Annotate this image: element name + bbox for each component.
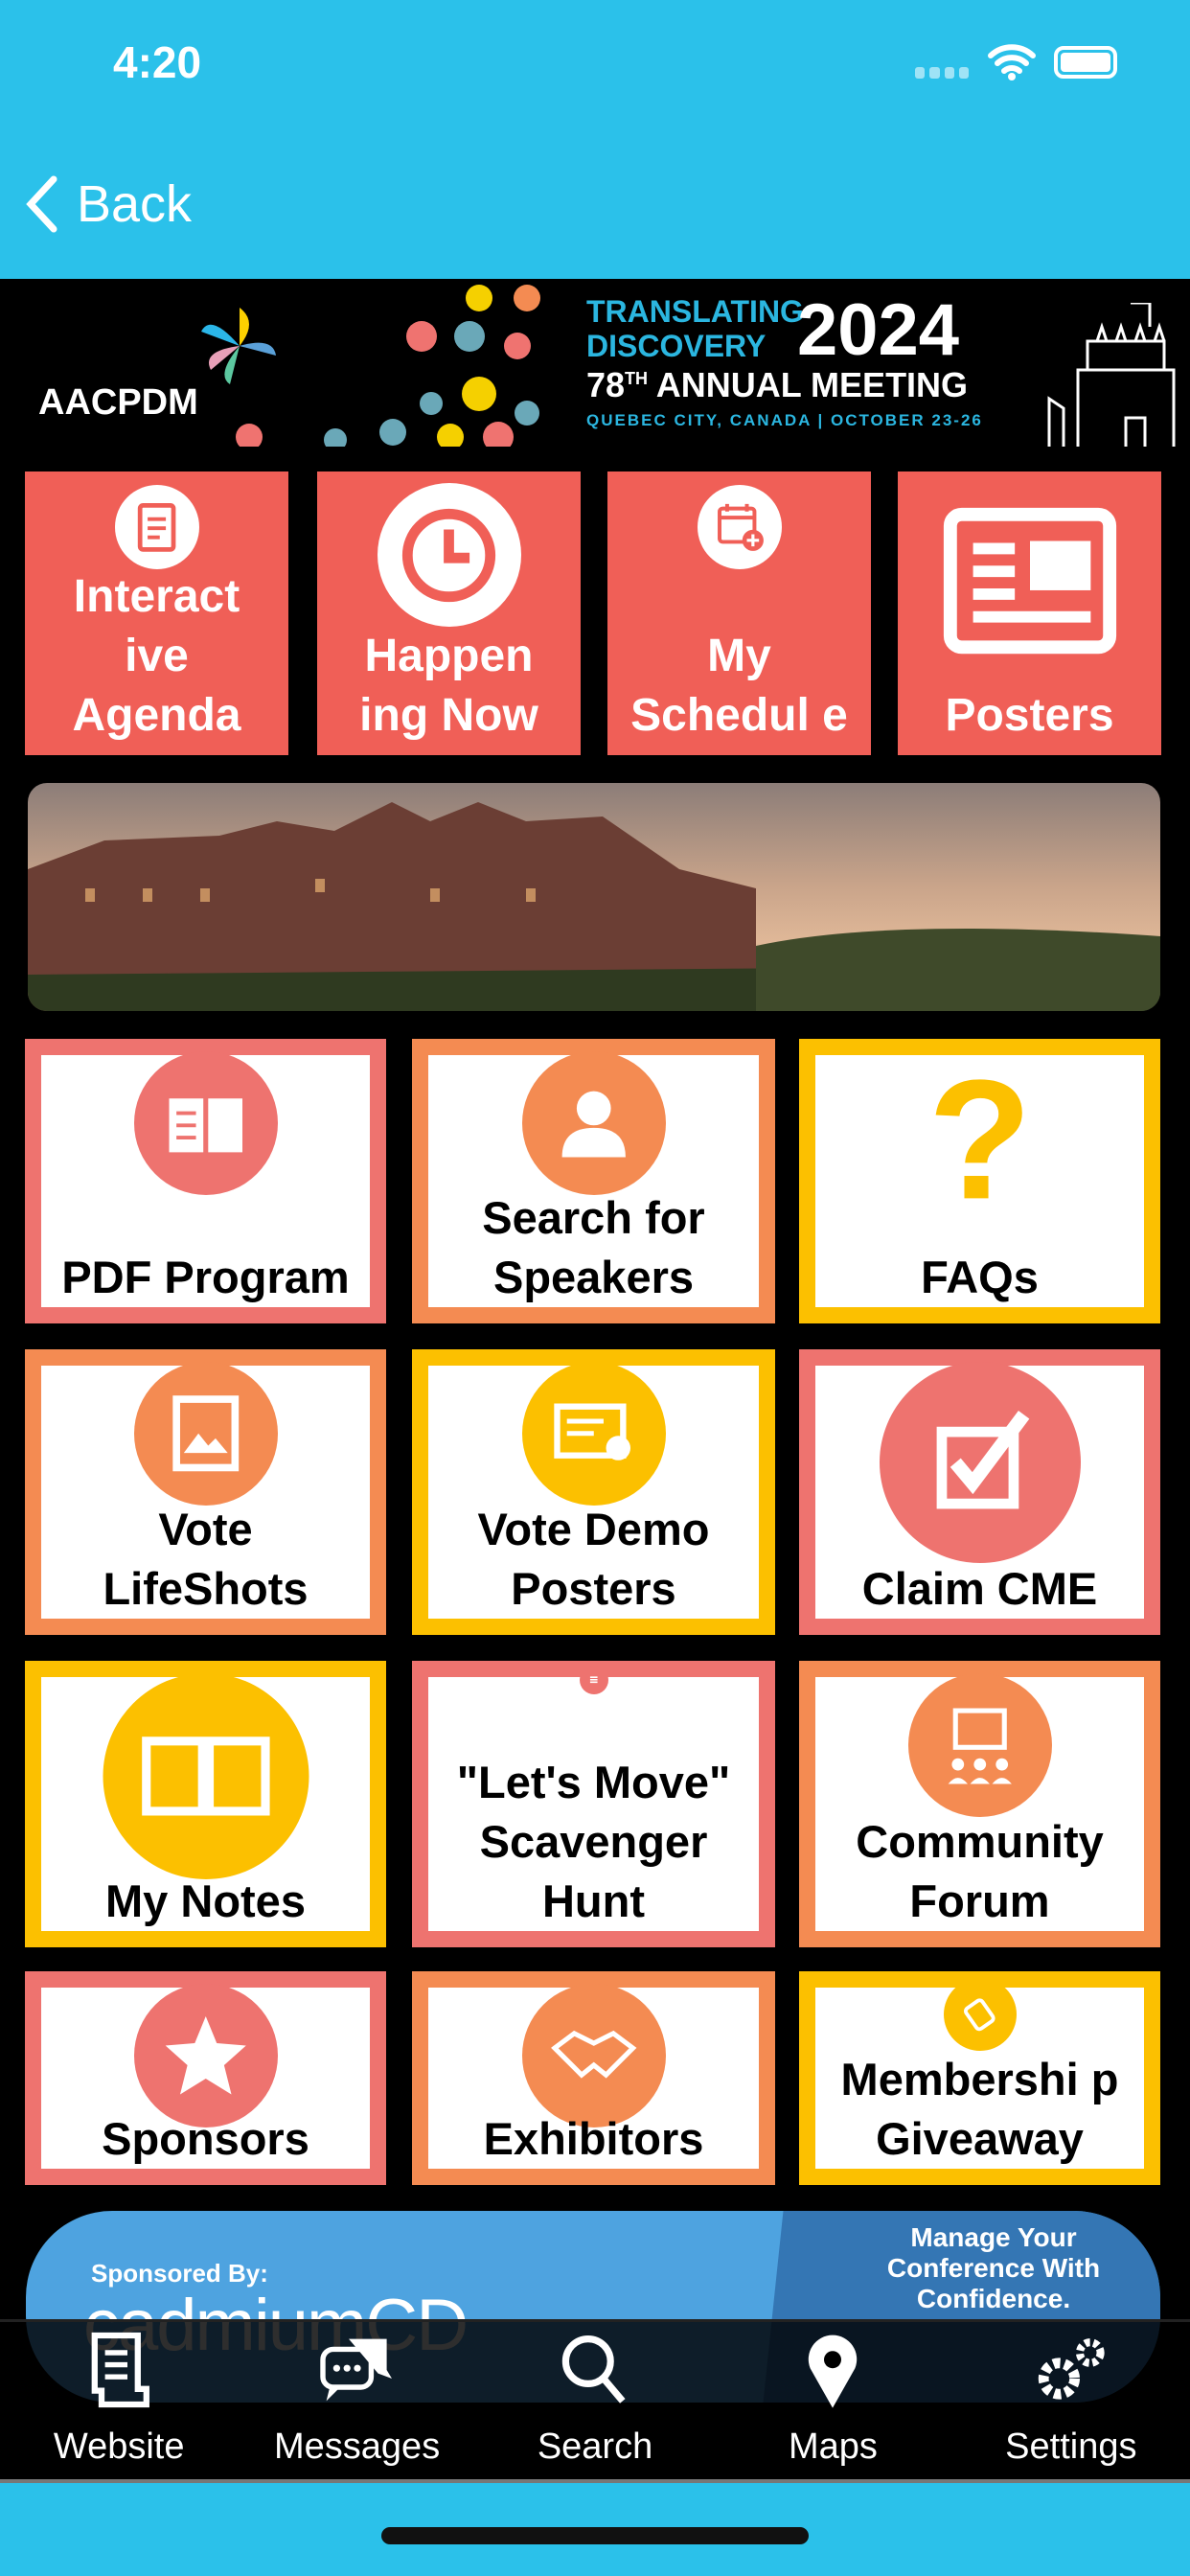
- grid-tile-label: Claim CME: [861, 1563, 1098, 1614]
- book-icon: [133, 1051, 278, 1195]
- meeting-number: 78: [586, 365, 626, 404]
- grid-tile-label: Community Forum: [856, 1816, 1104, 1926]
- sponsor-tagline-2: Conference With: [886, 2253, 1101, 2283]
- sponsor-tagline-3: Confidence.: [916, 2284, 1071, 2313]
- tab-label: Search: [537, 2426, 653, 2467]
- back-label: Back: [77, 175, 193, 233]
- battery-icon: [1054, 46, 1117, 79]
- banner-line2: DISCOVERY: [586, 329, 767, 363]
- tab-label: Messages: [274, 2426, 441, 2467]
- presentation-icon: [907, 1673, 1052, 1817]
- banner-location: QUEBEC CITY, CANADA: [586, 411, 812, 429]
- tab-label: Maps: [788, 2426, 878, 2467]
- open-book-icon: [103, 1673, 309, 1879]
- document-icon: [91, 2332, 150, 2408]
- grid-tile-pdf-program[interactable]: PDF Program: [25, 1039, 386, 1323]
- grid-tile-claim-cme[interactable]: Claim CME: [799, 1349, 1160, 1635]
- tile-label: Posters: [945, 690, 1114, 741]
- grid-tile-my-notes[interactable]: My Notes: [25, 1661, 386, 1947]
- tab-website[interactable]: Website: [0, 2322, 238, 2479]
- map-pin-icon: [809, 2334, 858, 2408]
- grid-tile-membershi-p-giveaway[interactable]: Membershi p Giveaway: [799, 1971, 1160, 2185]
- tab-search[interactable]: Search: [476, 2322, 714, 2479]
- tab-label: Settings: [1005, 2426, 1137, 2467]
- grid-tile-label: PDF Program: [61, 1252, 350, 1302]
- signal-icon: [915, 67, 969, 79]
- newspaper-icon: [925, 481, 1135, 692]
- org-name: AACPDM: [38, 382, 198, 423]
- meeting-suffix: TH: [625, 369, 649, 388]
- svg-text:?: ?: [927, 1059, 1032, 1214]
- grid-tile-label: Sponsors: [102, 2113, 309, 2164]
- person-icon: [521, 1051, 666, 1195]
- maple-leaves-icon: [236, 285, 540, 447]
- grid-tile-faqs[interactable]: ? FAQs: [799, 1039, 1160, 1323]
- grid-tile-label: My Notes: [105, 1875, 306, 1926]
- list-icon: [579, 1666, 608, 1694]
- handshake-icon: [521, 1984, 666, 2128]
- back-button[interactable]: Back: [25, 174, 192, 234]
- tile-label: Happen ing Now: [359, 631, 538, 741]
- home-indicator[interactable]: [381, 2527, 809, 2544]
- grid-tile-community-forum[interactable]: Community Forum: [799, 1661, 1160, 1947]
- grid-tile-exhibitors[interactable]: Exhibitors: [412, 1971, 775, 2185]
- tab-label: Website: [53, 2426, 185, 2467]
- ticket-icon: [943, 1978, 1017, 2051]
- banner-dates: OCTOBER 23-26: [830, 411, 983, 429]
- image-icon: [133, 1362, 278, 1506]
- banner-year: 2024: [797, 289, 960, 371]
- meeting-label: ANNUAL MEETING: [655, 365, 969, 404]
- search-icon: [561, 2335, 626, 2404]
- tile-interact-ive-agenda[interactable]: Interact ive Agenda: [25, 472, 288, 755]
- clipboard-icon: [114, 485, 199, 569]
- calendar-add-icon: [697, 485, 782, 569]
- grid-tile-label: Membershi p Giveaway: [840, 2054, 1119, 2164]
- tile-happen-ing-now[interactable]: Happen ing Now: [317, 472, 581, 755]
- clock-icon: [377, 483, 521, 627]
- grid-tile-sponsors[interactable]: Sponsors: [25, 1971, 386, 2185]
- grid-tile-vote-lifeshots[interactable]: Vote LifeShots: [25, 1349, 386, 1635]
- tile-label: My Schedul e: [630, 631, 848, 741]
- grid-tile-label: Exhibitors: [483, 2113, 704, 2164]
- checkbox-icon: [879, 1362, 1081, 1563]
- chat-icon: [319, 2338, 392, 2402]
- tile-label: Interact ive Agenda: [72, 571, 241, 741]
- question-icon: ?: [889, 1046, 1071, 1228]
- conference-banner: AACPDM TRANSLATING DISCOVERY 2024 78TH A…: [0, 279, 1190, 447]
- tab-maps[interactable]: Maps: [714, 2322, 951, 2479]
- certificate-icon: [521, 1362, 666, 1506]
- gears-icon: [1038, 2338, 1105, 2400]
- grid-tile-label: Vote LifeShots: [103, 1504, 309, 1614]
- sponsor-tagline-1: Manage Your: [910, 2222, 1077, 2252]
- tab-settings[interactable]: Settings: [952, 2322, 1190, 2479]
- chateau-outline-icon: [1047, 303, 1176, 447]
- grid-tile-label: Search for Speakers: [482, 1192, 705, 1302]
- grid-tile-vote-demo-posters[interactable]: Vote Demo Posters: [412, 1349, 775, 1635]
- grid-tile-label: "Let's Move" Scavenger Hunt: [456, 1757, 731, 1926]
- tile-posters[interactable]: Posters: [898, 472, 1161, 755]
- grid-tile-label: FAQs: [921, 1252, 1039, 1302]
- wifi-icon: [988, 44, 1036, 80]
- grid-tile-let-s-move-scavenger-hunt[interactable]: "Let's Move" Scavenger Hunt: [412, 1661, 775, 1947]
- banner-line1: TRANSLATING: [586, 294, 804, 329]
- tab-messages[interactable]: Messages: [238, 2322, 475, 2479]
- tile-my-schedul-e[interactable]: My Schedul e: [607, 472, 871, 755]
- status-time: 4:20: [113, 37, 202, 87]
- quebec-city-photo: [28, 783, 1160, 1011]
- grid-tile-label: Vote Demo Posters: [477, 1504, 710, 1614]
- grid-tile-search-for-speakers[interactable]: Search for Speakers: [412, 1039, 775, 1323]
- star-icon: [133, 1984, 278, 2128]
- tab-bar: Website Messages Search Maps Settings: [0, 2319, 1190, 2479]
- chevron-left-icon: [26, 175, 57, 233]
